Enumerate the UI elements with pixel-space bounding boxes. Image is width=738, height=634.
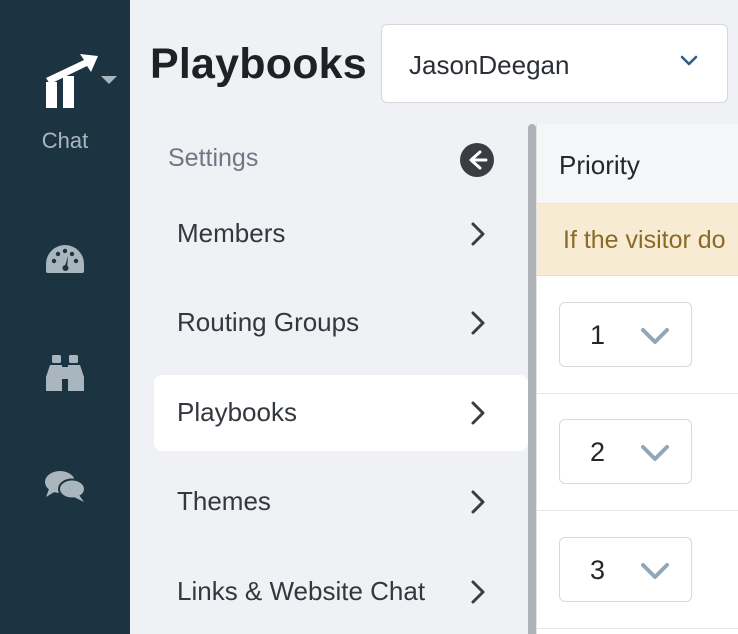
speedometer-icon — [46, 245, 84, 273]
priority-select-value: 2 — [590, 437, 606, 467]
chevron-down-icon — [641, 563, 669, 579]
settings-item-themes[interactable]: Themes — [154, 464, 528, 540]
settings-header: Settings — [154, 124, 528, 192]
priority-select[interactable]: 2 — [559, 419, 692, 484]
notice-banner: If the visitor do — [537, 204, 738, 276]
priority-panel: Priority If the visitor do 1 2 3 — [536, 124, 738, 634]
chevron-down-icon — [641, 445, 669, 461]
chevron-right-icon — [471, 222, 485, 246]
settings-item-playbooks[interactable]: Playbooks — [154, 375, 528, 451]
priority-select-value: 3 — [590, 555, 606, 585]
settings-item-label: Links & Website Chat — [177, 576, 426, 606]
notice-text: If the visitor do — [563, 226, 726, 254]
brand-label: Chat — [41, 128, 89, 153]
settings-item-members[interactable]: Members — [154, 196, 528, 272]
account-select[interactable]: JasonDeegan — [381, 24, 728, 103]
chevron-down-icon — [641, 328, 669, 344]
collapse-left-icon[interactable] — [460, 143, 494, 177]
rail-dashboard[interactable] — [40, 235, 90, 285]
chevron-down-icon — [680, 55, 698, 66]
priority-header-label: Priority — [559, 150, 640, 180]
binoculars-icon — [46, 355, 84, 391]
settings-item-links-website-chat[interactable]: Links & Website Chat — [154, 554, 528, 630]
settings-menu: Settings Members Routing Groups Playbook… — [154, 124, 528, 634]
settings-item-label: Playbooks — [177, 397, 297, 427]
chevron-right-icon — [471, 311, 485, 335]
priority-select-value: 1 — [590, 320, 606, 350]
rail-conversations[interactable] — [40, 462, 90, 512]
table-row: 1 — [537, 277, 738, 394]
panel-resize-handle[interactable] — [528, 124, 536, 634]
priority-select[interactable]: 1 — [559, 302, 692, 367]
priority-column-header: Priority — [537, 124, 738, 204]
chevron-right-icon — [471, 490, 485, 514]
settings-title: Settings — [168, 144, 259, 172]
account-select-value: JasonDeegan — [409, 50, 570, 80]
brand-menu[interactable]: Chat — [0, 40, 130, 160]
table-row: 3 — [537, 512, 738, 629]
caret-down-icon — [101, 76, 117, 84]
left-rail: Chat — [0, 0, 130, 634]
chevron-right-icon — [471, 580, 485, 604]
chevron-right-icon — [471, 401, 485, 425]
settings-item-label: Themes — [177, 486, 271, 516]
settings-item-label: Members — [177, 218, 286, 248]
settings-item-routing-groups[interactable]: Routing Groups — [154, 285, 528, 361]
priority-select[interactable]: 3 — [559, 537, 692, 602]
rail-monitor[interactable] — [40, 348, 90, 398]
brand-chart-arrow-icon — [46, 54, 98, 108]
chat-bubbles-icon — [45, 471, 86, 502]
page-title: Playbooks — [150, 40, 367, 88]
table-row: 2 — [537, 394, 738, 511]
settings-item-label: Routing Groups — [177, 307, 360, 337]
